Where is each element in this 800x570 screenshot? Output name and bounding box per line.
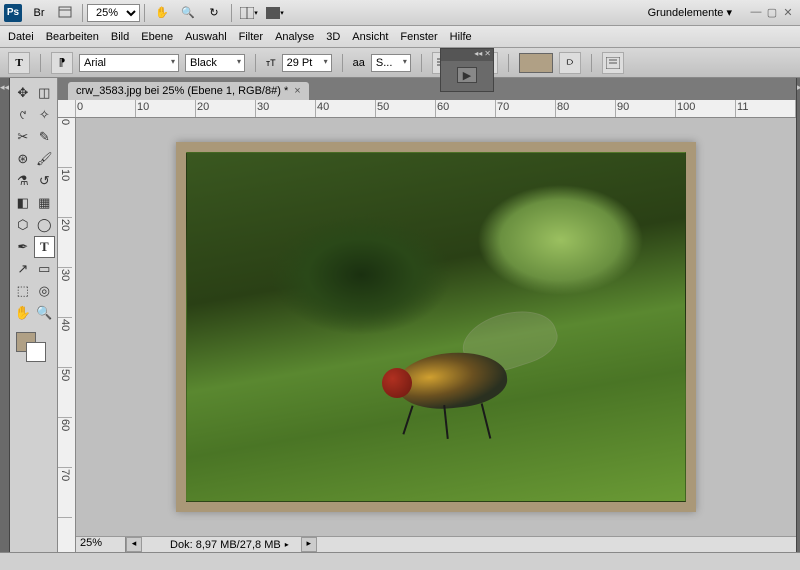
marquee-tool[interactable]: ◫ xyxy=(34,82,56,104)
arrange-docs-button[interactable]: ▾ xyxy=(238,3,260,23)
options-bar: T ⁋ Arial Black тT 29 Pt aa S... ⫐ ◂◂✕ ▶ xyxy=(0,48,800,78)
brush-tool[interactable]: 🖌 xyxy=(34,148,56,170)
close-tab-icon[interactable]: × xyxy=(294,85,300,97)
maximize-button[interactable]: ▢ xyxy=(764,6,780,19)
document-image[interactable] xyxy=(186,152,686,502)
menu-bild[interactable]: Bild xyxy=(111,31,129,43)
eyedropper-tool[interactable]: ✎ xyxy=(34,126,56,148)
app-icon: Ps xyxy=(4,4,22,22)
antialias-select[interactable]: S... xyxy=(371,54,411,72)
scroll-left-icon[interactable]: ◂ xyxy=(126,537,142,552)
title-bar: Ps Br 25% ✋ 🔍 ↻ ▾ ▾ Grundelemente ▾ — ▢ … xyxy=(0,0,800,26)
scroll-right-icon[interactable]: ▸ xyxy=(301,537,317,552)
history-brush-tool[interactable]: ↺ xyxy=(34,170,56,192)
zoom-tool[interactable]: 🔍 xyxy=(34,302,56,324)
menu-analyse[interactable]: Analyse xyxy=(275,31,314,43)
image-frame xyxy=(176,142,696,512)
color-swatches[interactable] xyxy=(12,332,55,366)
stamp-tool[interactable]: ⚗ xyxy=(12,170,34,192)
rotate-view-button[interactable]: ↻ xyxy=(203,3,225,23)
menu-ebene[interactable]: Ebene xyxy=(141,31,173,43)
background-color[interactable] xyxy=(26,342,46,362)
eraser-tool[interactable]: ◧ xyxy=(12,192,34,214)
document-tabs: crw_3583.jpg bei 25% (Ebene 1, RGB/8#) *… xyxy=(58,78,796,100)
ruler-horizontal: 010203040506070809010011 xyxy=(58,100,796,118)
menu-auswahl[interactable]: Auswahl xyxy=(185,31,227,43)
font-family-select[interactable]: Arial xyxy=(79,54,179,72)
floating-panel[interactable]: ◂◂✕ ▶ xyxy=(440,48,494,92)
toolbox: ✥◫ ୯✧ ✂✎ ⊛🖌 ⚗↺ ◧▦ ⬡◯ ✒T ↗▭ ⬚◎ ✋🔍 xyxy=(10,78,58,552)
play-button[interactable]: ▶ xyxy=(457,67,477,83)
hand-tool-button[interactable]: ✋ xyxy=(151,3,173,23)
document-tab-title: crw_3583.jpg bei 25% (Ebene 1, RGB/8#) * xyxy=(76,85,288,97)
status-zoom[interactable]: 25% xyxy=(76,537,126,552)
main-area: ◂◂ ✥◫ ୯✧ ✂✎ ⊛🖌 ⚗↺ ◧▦ ⬡◯ ✒T ↗▭ ⬚◎ ✋🔍 crw_… xyxy=(0,78,800,552)
hand-tool[interactable]: ✋ xyxy=(12,302,34,324)
close-button[interactable]: ✕ xyxy=(780,6,796,19)
tool-preset-button[interactable]: T xyxy=(8,52,30,74)
menu-fenster[interactable]: Fenster xyxy=(400,31,437,43)
warp-text-button[interactable]: ⫐ xyxy=(559,52,581,74)
gradient-tool[interactable]: ▦ xyxy=(34,192,56,214)
menu-bar: Datei Bearbeiten Bild Ebene Auswahl Filt… xyxy=(0,26,800,48)
3d-tool[interactable]: ⬚ xyxy=(12,280,34,302)
status-bar xyxy=(0,552,800,570)
menu-ansicht[interactable]: Ansicht xyxy=(352,31,388,43)
canvas-area: crw_3583.jpg bei 25% (Ebene 1, RGB/8#) *… xyxy=(58,78,796,552)
wand-tool[interactable]: ✧ xyxy=(34,104,56,126)
character-panel-button[interactable] xyxy=(602,52,624,74)
3d-camera-tool[interactable]: ◎ xyxy=(34,280,56,302)
document-tab[interactable]: crw_3583.jpg bei 25% (Ebene 1, RGB/8#) *… xyxy=(68,82,309,100)
lasso-tool[interactable]: ୯ xyxy=(12,104,34,126)
text-orientation-button[interactable]: ⁋ xyxy=(51,52,73,74)
right-dock-collapse[interactable]: ▸▸ xyxy=(796,78,800,552)
menu-filter[interactable]: Filter xyxy=(239,31,263,43)
type-tool[interactable]: T xyxy=(34,236,56,258)
antialias-label: aa xyxy=(353,57,365,69)
text-color-swatch[interactable] xyxy=(519,53,553,73)
move-tool[interactable]: ✥ xyxy=(12,82,34,104)
zoom-select[interactable]: 25% xyxy=(87,4,140,22)
menu-3d[interactable]: 3D xyxy=(326,31,340,43)
screen-mode-button[interactable]: ▾ xyxy=(264,3,286,23)
zoom-tool-button[interactable]: 🔍 xyxy=(177,3,199,23)
font-size-icon: тT xyxy=(266,58,276,68)
shape-tool[interactable]: ▭ xyxy=(34,258,56,280)
minimize-button[interactable]: — xyxy=(748,6,764,19)
ruler-vertical: 010203040506070 xyxy=(58,118,76,552)
font-style-select[interactable]: Black xyxy=(185,54,245,72)
menu-hilfe[interactable]: Hilfe xyxy=(450,31,472,43)
workspace-switcher[interactable]: Grundelemente ▾ xyxy=(642,4,738,21)
crop-tool[interactable]: ✂ xyxy=(12,126,34,148)
blur-tool[interactable]: ⬡ xyxy=(12,214,34,236)
pen-tool[interactable]: ✒ xyxy=(12,236,34,258)
status-doc-info[interactable]: Dok: 8,97 MB/27,8 MB▸ xyxy=(162,537,297,552)
menu-bearbeiten[interactable]: Bearbeiten xyxy=(46,31,99,43)
font-size-select[interactable]: 29 Pt xyxy=(282,54,332,72)
bridge-button[interactable]: Br xyxy=(28,3,50,23)
panel-collapse-icon[interactable]: ◂◂ xyxy=(474,49,482,61)
panel-close-icon[interactable]: ✕ xyxy=(484,49,491,61)
window-controls: — ▢ ✕ xyxy=(748,6,796,19)
scrollbar-horizontal[interactable]: 25% ◂ Dok: 8,97 MB/27,8 MB▸ ▸ xyxy=(76,536,796,552)
minibridge-button[interactable] xyxy=(54,3,76,23)
path-select-tool[interactable]: ↗ xyxy=(12,258,34,280)
heal-tool[interactable]: ⊛ xyxy=(12,148,34,170)
canvas-viewport[interactable] xyxy=(76,118,796,536)
left-dock-collapse[interactable]: ◂◂ xyxy=(0,78,10,552)
menu-datei[interactable]: Datei xyxy=(8,31,34,43)
dodge-tool[interactable]: ◯ xyxy=(34,214,56,236)
